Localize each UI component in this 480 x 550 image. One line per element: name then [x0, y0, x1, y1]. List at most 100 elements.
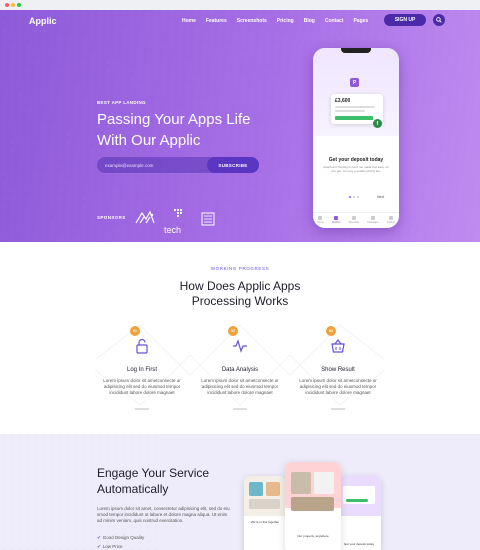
card-amount: £3,600 [335, 98, 351, 104]
nav-features[interactable]: Features [206, 18, 227, 24]
nav-pricing[interactable]: Pricing [277, 18, 294, 24]
mockup-phone-center: Our property, anywhere [285, 462, 341, 550]
step-title: Log In First [126, 367, 157, 373]
mockup-phone-left: We're in this together [244, 476, 286, 550]
step-number-badge: 03 [326, 326, 336, 336]
site-logo[interactable]: Applic [29, 16, 57, 26]
pagination-dot[interactable] [357, 196, 359, 198]
pagination-dot[interactable] [353, 196, 355, 198]
process-title: How Does Applic Apps Processing Works [140, 279, 340, 309]
nav-home[interactable]: Home [182, 18, 196, 24]
pulse-icon [233, 339, 247, 353]
phone-pagination [349, 196, 359, 198]
step-number-badge: 02 [228, 326, 238, 336]
step-text: Lorem ipsum dolor sit ametconsecte ur ad… [201, 378, 279, 395]
maximize-window-dot[interactable] [17, 3, 21, 7]
tech-grid-icon [174, 209, 182, 217]
sign-up-button[interactable]: SIGN UP [384, 14, 426, 26]
window-chrome [0, 0, 480, 10]
step-underline [331, 408, 345, 410]
phone-tab-label: Setting [387, 221, 395, 224]
engage-title-line-1: Engage Your Service [97, 466, 210, 480]
phone-tab-explore[interactable]: Explore [332, 216, 341, 228]
phone-next-button[interactable]: Next [377, 195, 384, 199]
check-icon: ✔ [97, 544, 101, 549]
process-title-line-1: How Does Applic Apps [179, 279, 301, 293]
step-title: Show Result [321, 367, 355, 373]
mockup-progress-bar [346, 499, 368, 502]
nav-blog[interactable]: Blog [304, 18, 315, 24]
mockup-phone-right: Get your deposit today [337, 476, 381, 550]
phone-tab-label: Home [317, 221, 324, 224]
basket-icon [331, 339, 345, 353]
mockup-image [291, 497, 334, 511]
nav-pages[interactable]: Pages [353, 18, 368, 24]
engage-text: Lorem ipsum dolor sit amet, consectetur … [97, 506, 230, 523]
email-input[interactable] [105, 161, 205, 169]
phone-mockup: P £3,600 f Get your deposit today Apartm… [313, 48, 399, 228]
engage-title-line-2: Automatically [97, 482, 169, 496]
check-icon: ✔ [97, 535, 101, 540]
lock-icon [136, 338, 148, 354]
gear-icon [388, 216, 393, 220]
phone-tab-label: Explore [332, 221, 341, 224]
phone-tab-label: Favourite [348, 221, 360, 224]
process-eyebrow: WORKING PROGRESS [210, 266, 270, 271]
search-button[interactable] [433, 14, 445, 26]
subscribe-button[interactable]: SUBSCRIBE [207, 157, 259, 173]
card-progress-bar [335, 116, 373, 120]
step-title: Data Analysis [221, 367, 259, 373]
step-underline [135, 408, 149, 410]
sponsor-logo-square-icon [201, 212, 215, 226]
step-text: Lorem ipsum dolor sit ametconsecte ur ad… [103, 378, 181, 395]
phone-tab-favourite[interactable]: Favourite [349, 216, 359, 228]
message-icon [371, 216, 376, 220]
sponsor-logo-tech: tech [164, 209, 188, 235]
minimize-window-dot[interactable] [11, 3, 15, 7]
close-window-dot[interactable] [5, 3, 9, 7]
card-badge-icon: f [373, 119, 382, 128]
feature-item: ✔ Good Design Quality [97, 535, 144, 541]
step-text: Lorem ipsum dolor sit ametconsecte ur ad… [299, 378, 377, 395]
mockup-image [291, 472, 311, 494]
hero-title: Passing Your Apps Life With Our Applic [97, 109, 297, 151]
hero-title-line-2: With Our Applic [97, 132, 201, 149]
card-line [335, 106, 375, 108]
nav-contact[interactable]: Contact [325, 18, 344, 24]
phone-tab-label: Messages [367, 221, 379, 224]
hero-title-line-1: Passing Your Apps Life [97, 111, 251, 128]
step-number-badge: 01 [130, 326, 140, 336]
search-icon [436, 17, 442, 23]
phone-tab-home[interactable]: Home [317, 216, 324, 228]
mockup-image [249, 482, 263, 496]
sponsor-logo-bird-icon [135, 210, 155, 224]
mockup-caption: Get your deposit today [343, 542, 375, 546]
phone-tab-setting[interactable]: Setting [387, 216, 395, 228]
main-nav: Home Features Screenshots Pricing Blog C… [182, 18, 368, 24]
sponsor-tech-label: tech [164, 225, 182, 235]
engage-title: Engage Your Service Automatically [97, 465, 247, 497]
engage-section: Engage Your Service Automatically Lorem … [0, 434, 480, 550]
phone-description: Apartment hunting is hard, we made this … [323, 165, 389, 173]
phone-tab-bar: Home Explore Favourite Messages Setting [313, 212, 399, 228]
feature-label: Low Price [102, 544, 123, 549]
hero-section: Applic Home Features Screenshots Pricing… [0, 10, 480, 242]
phone-heading: Get your deposit today [328, 157, 384, 163]
mockup-image [314, 472, 334, 494]
feature-label: Good Design Quality [102, 535, 145, 540]
mockup-image [249, 499, 280, 509]
pagination-dot[interactable] [349, 196, 351, 198]
hero-eyebrow: BEST APP LANDING [97, 100, 146, 105]
mockup-caption: We're in this together [250, 520, 280, 524]
feature-item: ✔ Low Price [97, 544, 123, 550]
browser-window: Applic Home Features Screenshots Pricing… [0, 0, 480, 550]
phone-tab-messages[interactable]: Messages [367, 216, 379, 228]
step-underline [233, 408, 247, 410]
heart-icon [351, 216, 356, 220]
phone-notch [341, 48, 371, 53]
mockup-image [266, 482, 280, 496]
nav-screenshots[interactable]: Screenshots [237, 18, 267, 24]
sponsors-label: SPONSORS [97, 215, 126, 220]
process-title-line-2: Processing Works [191, 294, 289, 308]
mockup-caption: Our property, anywhere [297, 534, 329, 538]
